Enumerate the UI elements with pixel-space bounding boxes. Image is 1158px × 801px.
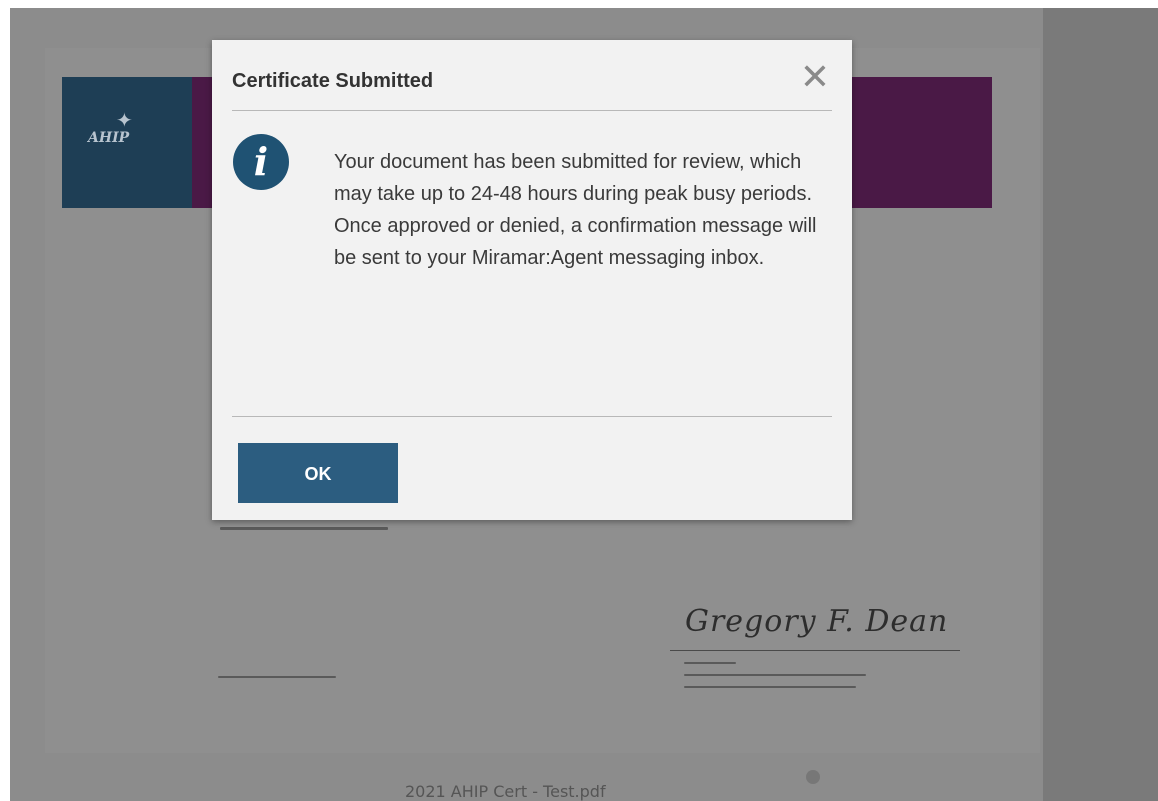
signatory-org-line: [684, 686, 856, 688]
signatory-title-line: [684, 674, 866, 676]
dialog-title: Certificate Submitted: [232, 70, 434, 92]
certificate-date-line: [218, 676, 336, 678]
certificate-submitted-dialog: Certificate Submitted ✕ i Your document …: [212, 40, 852, 520]
certificate-text-line: [220, 527, 388, 530]
signature-line: [670, 650, 960, 651]
signatory-name-line: [684, 662, 736, 664]
star-icon: ✦: [116, 108, 133, 132]
dialog-header-divider: [232, 110, 832, 111]
info-icon: i: [233, 134, 289, 190]
gear-icon: [806, 770, 820, 784]
signature: Gregory F. Dean: [685, 604, 949, 639]
close-icon[interactable]: ✕: [797, 60, 833, 96]
file-name-label: 2021 AHIP Cert - Test.pdf: [405, 782, 606, 801]
dialog-message: Your document has been submitted for rev…: [334, 151, 817, 269]
ahip-logo: AHIP: [88, 130, 130, 146]
ok-button[interactable]: OK: [238, 443, 398, 503]
viewer-side-panel: [1043, 8, 1158, 801]
dialog-footer-divider: [232, 416, 832, 417]
